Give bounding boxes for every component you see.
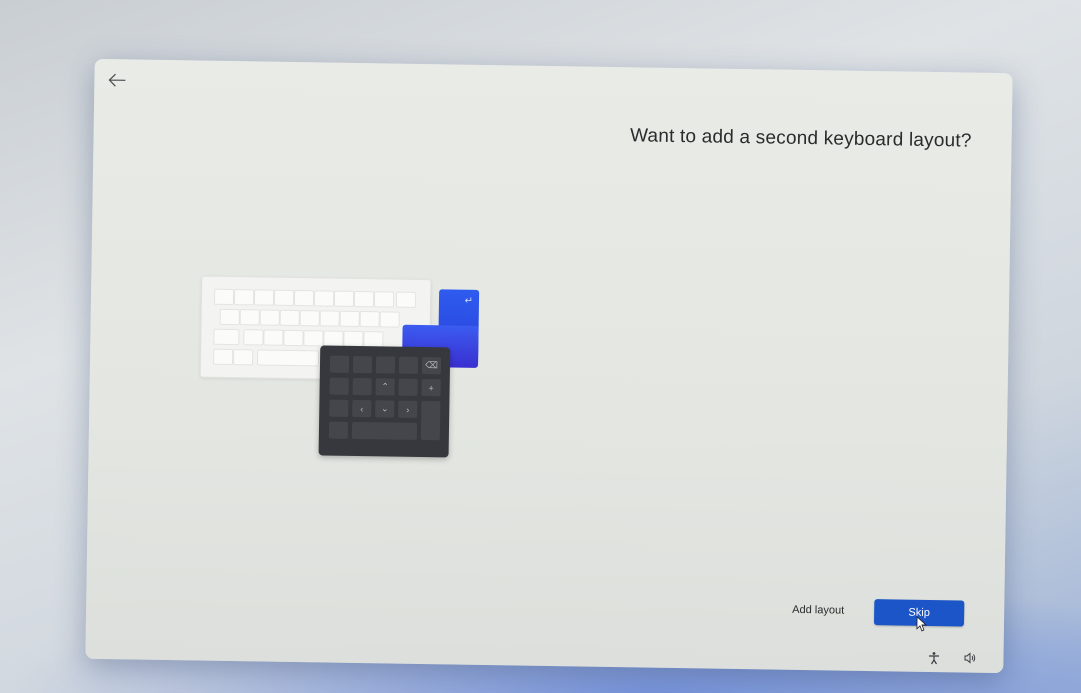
back-button[interactable]	[102, 67, 132, 93]
dark-keypad-graphic: ⌫ ⌃ + ‹ ⌄ ›	[318, 345, 451, 458]
arrow-up-key-icon: ⌃	[375, 378, 395, 396]
keyboard-illustration: ↵ ⌫ ⌃ + ‹ ⌄ ›	[199, 275, 487, 460]
system-tray	[927, 651, 977, 665]
volume-icon[interactable]	[963, 651, 977, 665]
mouse-cursor-icon	[916, 615, 928, 632]
arrow-right-key-icon: ›	[398, 400, 418, 418]
page-title: Want to add a second keyboard layout?	[629, 125, 972, 152]
plus-key-icon: +	[421, 379, 441, 397]
add-layout-button[interactable]: Add layout	[782, 598, 854, 623]
back-arrow-icon	[108, 73, 126, 87]
arrow-left-key-icon: ‹	[352, 399, 372, 418]
backspace-key-icon: ⌫	[421, 357, 442, 375]
enter-key-icon: ↵	[464, 295, 474, 307]
arrow-down-key-icon: ⌄	[375, 400, 395, 418]
setup-card: Want to add a second keyboard layout? ↵	[85, 58, 1013, 674]
accessibility-icon[interactable]	[927, 651, 941, 665]
skip-button[interactable]: Skip	[873, 599, 965, 632]
